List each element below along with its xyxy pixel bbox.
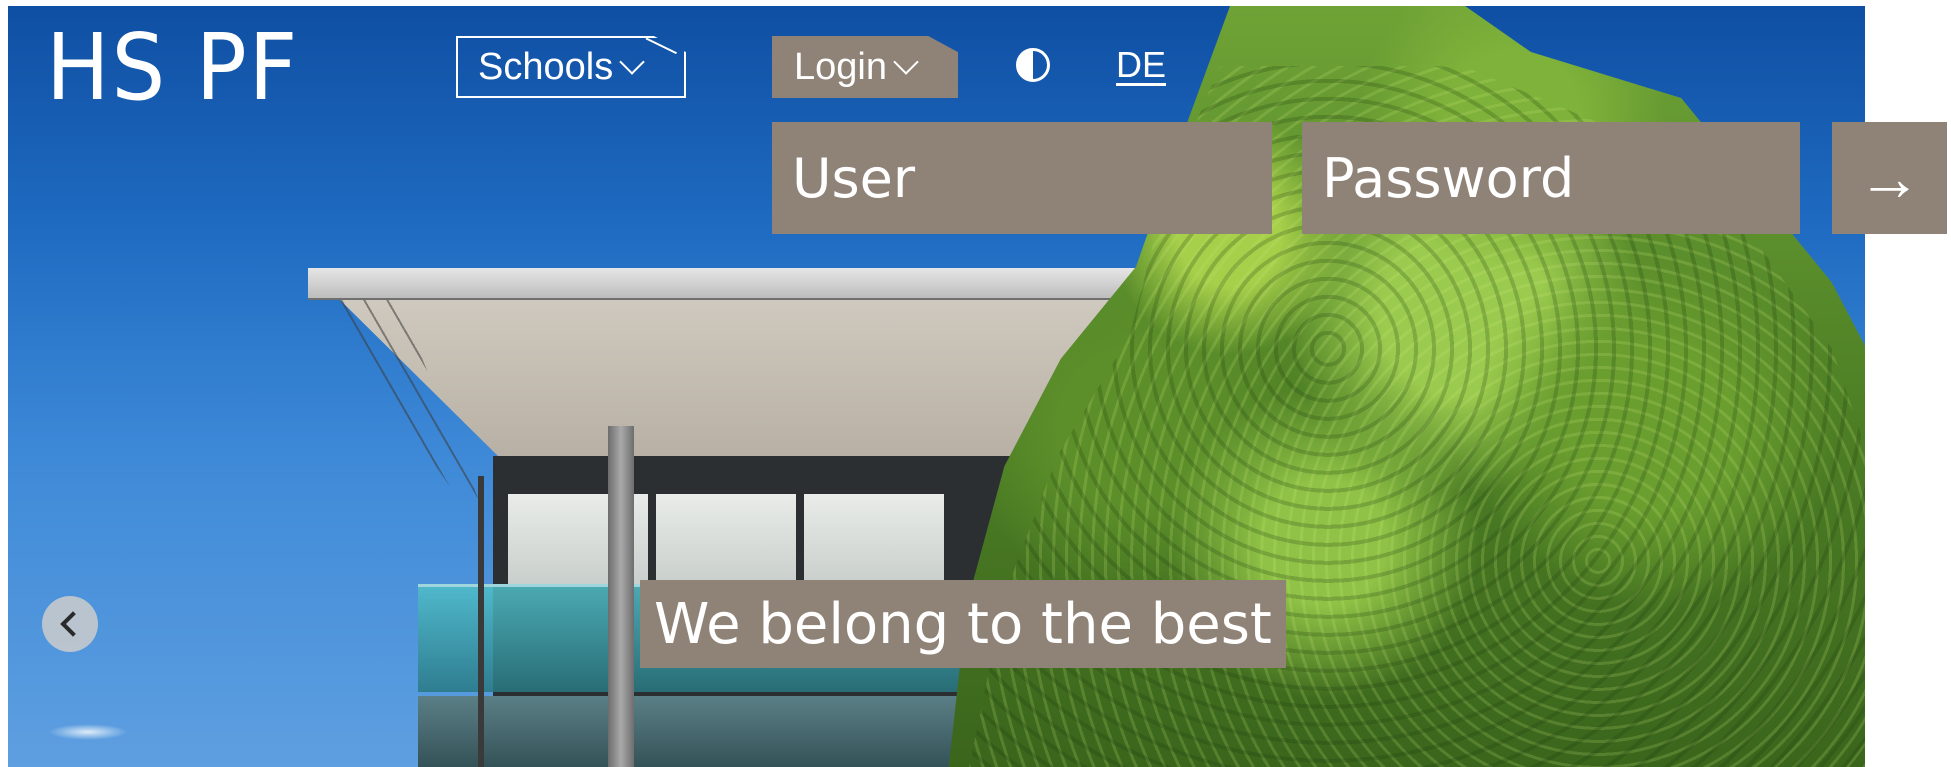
- contrast-icon[interactable]: [1016, 48, 1050, 82]
- schools-menu-button[interactable]: Schools: [456, 36, 686, 98]
- building-column: [608, 426, 634, 767]
- arrow-right-icon: →: [1857, 142, 1922, 214]
- username-input[interactable]: [772, 122, 1272, 234]
- site-logo[interactable]: HS PF: [46, 22, 299, 114]
- chevron-left-icon: [60, 611, 86, 637]
- hero-caption: We belong to the best: [640, 580, 1286, 668]
- schools-menu-label: Schools: [478, 45, 614, 88]
- building-lower-glass: [418, 696, 1038, 767]
- building-post: [478, 476, 484, 767]
- sky-highlight: [48, 724, 128, 740]
- login-menu-button[interactable]: Login: [772, 36, 958, 98]
- chevron-down-icon: [619, 49, 645, 75]
- language-switch-link[interactable]: DE: [1116, 44, 1166, 86]
- building-window: [656, 494, 796, 584]
- building-window: [804, 494, 944, 584]
- login-submit-button[interactable]: →: [1832, 122, 1947, 234]
- password-input[interactable]: [1302, 122, 1800, 234]
- slider-prev-button[interactable]: [42, 596, 98, 652]
- chevron-down-icon: [893, 49, 919, 75]
- login-menu-label: Login: [794, 45, 887, 88]
